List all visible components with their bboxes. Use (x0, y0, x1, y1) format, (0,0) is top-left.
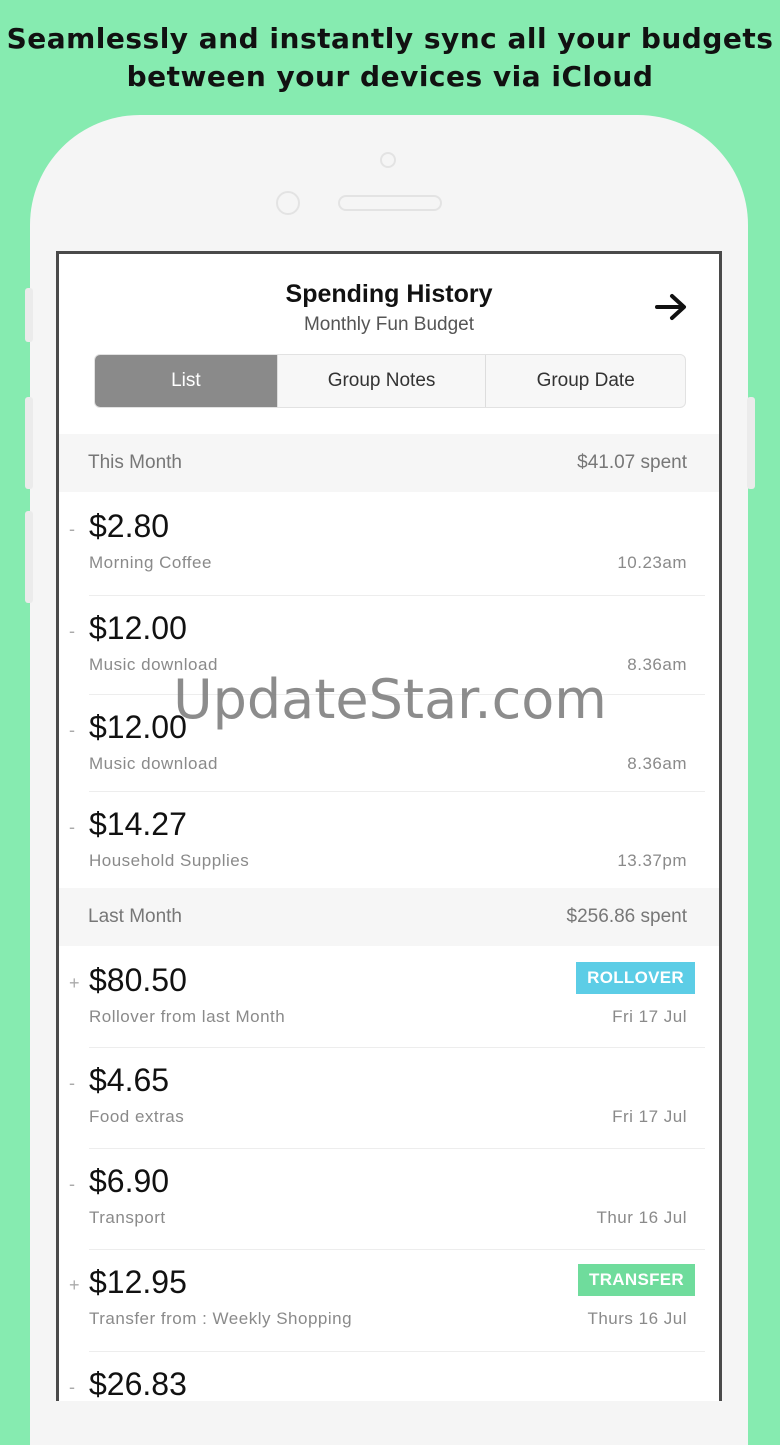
section-header-last-month: Last Month $256.86 spent (59, 888, 719, 946)
phone-power-button (747, 397, 755, 489)
list-item[interactable]: - $4.65 Food extras Fri 17 Jul (59, 1048, 719, 1149)
headline-line-1: Seamlessly and instantly sync all your b… (6, 22, 774, 55)
amount: $26.83 (89, 1366, 187, 1401)
amount: $6.90 (89, 1163, 170, 1199)
amount-sign: - (69, 519, 75, 539)
section-total: $41.07 spent (577, 452, 687, 473)
description: Music download (89, 655, 218, 674)
timestamp: Fri 17 Jul (612, 1007, 687, 1026)
description: Music download (89, 754, 218, 773)
headline: Seamlessly and instantly sync all your b… (0, 20, 780, 96)
description: Food extras (89, 1107, 185, 1126)
timestamp: 13.37pm (617, 851, 687, 870)
description: Transfer from : Weekly Shopping (89, 1309, 353, 1328)
section-title: Last Month (88, 906, 182, 927)
amount: $14.27 (89, 806, 187, 842)
app-screen: Spending History Monthly Fun Budget List… (56, 251, 722, 1401)
timestamp: 8.36am (627, 754, 687, 773)
tab-group-date[interactable]: Group Date (486, 355, 685, 407)
amount: $2.80 (89, 508, 170, 544)
phone-sensor (380, 152, 396, 168)
amount-sign: - (69, 1377, 75, 1397)
phone-mute-switch (25, 288, 33, 342)
rollover-badge: ROLLOVER (576, 962, 695, 994)
timestamp: 10.23am (617, 553, 687, 572)
phone-speaker (338, 195, 442, 211)
list-item[interactable]: - $26.83 (59, 1352, 719, 1401)
timestamp: Fri 17 Jul (612, 1107, 687, 1126)
amount-sign: - (69, 1073, 75, 1093)
section-header-this-month: This Month $41.07 spent (59, 434, 719, 492)
amount: $12.00 (89, 610, 187, 646)
page-subtitle: Monthly Fun Budget (303, 314, 475, 335)
phone-volume-up (25, 397, 33, 489)
list-item[interactable]: - $12.00 Music download 8.36am (59, 596, 719, 695)
description: Household Supplies (89, 851, 250, 870)
phone-camera (276, 191, 300, 215)
section-title: This Month (88, 452, 182, 473)
timestamp: 8.36am (627, 655, 687, 674)
arrow-right-icon[interactable] (655, 292, 689, 322)
description: Transport (89, 1208, 166, 1227)
tab-list[interactable]: List (95, 355, 278, 407)
list-item[interactable]: - $2.80 Morning Coffee 10.23am (59, 494, 719, 596)
amount-sign: - (69, 1174, 75, 1194)
description: Morning Coffee (89, 553, 212, 572)
headline-line-2: between your devices via iCloud (126, 60, 654, 93)
timestamp: Thur 16 Jul (596, 1208, 687, 1227)
timestamp: Thurs 16 Jul (587, 1309, 687, 1328)
description: Rollover from last Month (89, 1007, 286, 1026)
list-item[interactable]: + $12.95 TRANSFER Transfer from : Weekly… (59, 1250, 719, 1352)
transfer-badge: TRANSFER (578, 1264, 695, 1296)
amount-sign: - (69, 621, 75, 641)
section-total: $256.86 spent (566, 906, 687, 927)
amount-sign: - (69, 817, 75, 837)
list-item[interactable]: - $12.00 Music download 8.36am (59, 695, 719, 792)
amount: $12.00 (89, 709, 187, 745)
amount: $80.50 (89, 962, 187, 998)
amount-sign: + (69, 1275, 80, 1295)
amount-sign: - (69, 720, 75, 740)
tab-group-notes[interactable]: Group Notes (278, 355, 487, 407)
list-item[interactable]: - $6.90 Transport Thur 16 Jul (59, 1149, 719, 1250)
amount: $12.95 (89, 1264, 187, 1300)
list-item[interactable]: + $80.50 ROLLOVER Rollover from last Mon… (59, 948, 719, 1048)
amount: $4.65 (89, 1062, 170, 1098)
list-item[interactable]: - $14.27 Household Supplies 13.37pm (59, 792, 719, 888)
page-title: Spending History (285, 280, 493, 308)
phone-volume-down (25, 511, 33, 603)
amount-sign: + (69, 973, 80, 993)
view-mode-segmented-control: List Group Notes Group Date (94, 354, 686, 408)
